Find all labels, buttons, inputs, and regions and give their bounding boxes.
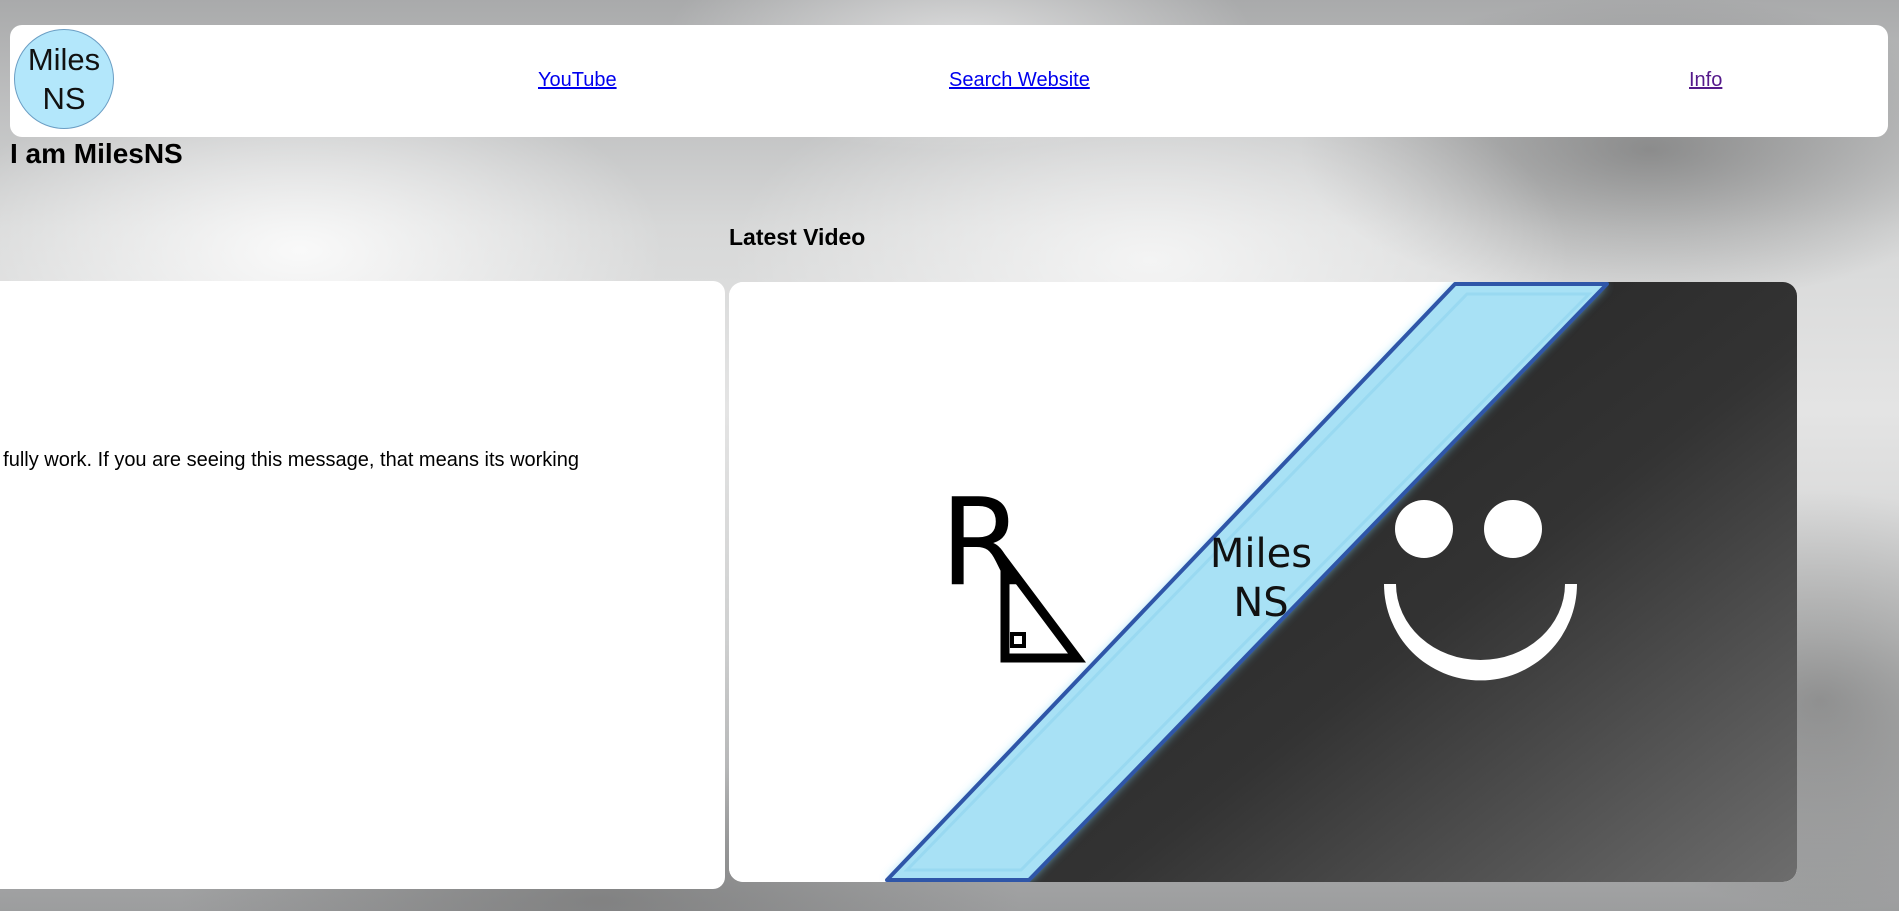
latest-video-thumbnail[interactable]: R Miles NS xyxy=(729,282,1797,882)
thumbnail-artwork: R Miles NS xyxy=(729,282,1797,882)
youtube-link[interactable]: YouTube xyxy=(538,69,617,92)
thumbnail-logo-line-1: Miles xyxy=(1210,531,1312,577)
thumbnail-r-mark: R xyxy=(940,474,1023,613)
top-navbar: Miles NS YouTube Search Website Info xyxy=(10,25,1888,137)
logo-line-2: NS xyxy=(42,81,86,116)
miles-ns-logo[interactable]: Miles NS xyxy=(14,29,114,129)
info-link[interactable]: Info xyxy=(1689,69,1722,92)
search-website-link[interactable]: Search Website xyxy=(949,69,1090,92)
thumbnail-logo-line-2: NS xyxy=(1233,580,1288,626)
page-greeting: I am MilesNS xyxy=(10,138,183,169)
intro-card: This site is still a work in progress, s… xyxy=(0,281,725,889)
logo-line-1: Miles xyxy=(27,42,101,77)
intro-message: This site is still a work in progress, s… xyxy=(0,449,579,471)
latest-video-heading: Latest Video xyxy=(729,224,866,250)
